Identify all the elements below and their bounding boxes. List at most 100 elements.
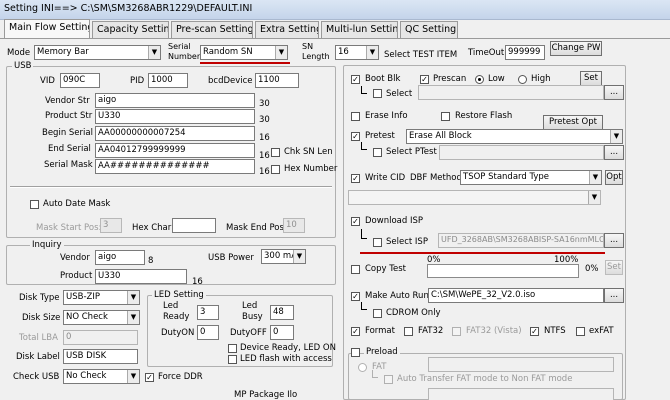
tab-qc-setting[interactable]: QC Setting [400,21,458,38]
isp-path-input[interactable]: UFD_3268AB\SM3268ABISP-SA16nmMLC.BIN [438,233,604,248]
pretest-checkbox[interactable]: ✓ [351,132,360,141]
tab-multilun-setting[interactable]: Multi-lun Setting [321,21,398,38]
dbf-method-select[interactable]: TSOP Standard Type ▼ [460,170,602,185]
usb-power-select[interactable]: 300 mA ▼ [261,249,306,264]
change-pw-button[interactable]: Change PW [550,41,602,56]
format-checkbox[interactable]: ✓ [351,327,360,336]
led-flash-label: LED flash with access [240,354,332,364]
copy-test-set-button[interactable]: Set [605,260,623,275]
exfat-checkbox[interactable] [576,327,585,336]
cdrom-only-label: CDROM Only [386,308,441,318]
select-ptest-checkbox[interactable] [373,148,382,157]
high-radio[interactable] [518,75,527,84]
timeout-input[interactable]: 999999 [505,45,545,60]
fat32-vista-checkbox[interactable] [452,327,461,336]
inquiry-vendor-input[interactable]: aigo [95,250,145,265]
sn-length-select[interactable]: 16 ▼ [335,45,379,60]
copy-test-label: Copy Test [365,264,407,274]
disk-label-input[interactable]: USB DISK [63,349,138,364]
prescan-checkbox[interactable]: ✓ [420,75,429,84]
pretest-select[interactable]: Erase All Block ▼ [406,129,623,144]
tab-capacity-setting[interactable]: Capacity Setting [92,21,169,38]
boot-select-label: Select [386,89,413,99]
auto-date-mask-checkbox[interactable] [30,200,39,209]
tree-connector [361,142,367,150]
timeout-label: TimeOut [468,48,505,58]
cid-secondary-select[interactable]: ▼ [348,190,601,205]
mode-select[interactable]: Memory Bar ▼ [34,45,161,60]
make-auto-run-checkbox[interactable]: ✓ [351,292,360,301]
pid-input[interactable]: 1000 [148,73,188,88]
ptest-browse-button[interactable]: ... [604,145,624,160]
tree-connector [372,370,378,378]
restore-flash-checkbox[interactable] [441,112,450,121]
end-serial-input[interactable]: AA04012799999999 [95,143,255,158]
hex-char-input[interactable] [172,218,216,233]
hex-number-checkbox[interactable] [271,165,280,174]
boot-blk-checkbox[interactable]: ✓ [351,75,360,84]
boot-select-checkbox[interactable] [373,89,382,98]
usb-separator [10,186,332,188]
download-isp-checkbox[interactable]: ✓ [351,217,360,226]
dutyoff-input[interactable]: 0 [270,325,294,340]
dbf-opt-button[interactable]: Opt [605,170,623,185]
select-ptest-path-input[interactable] [439,145,604,160]
begin-serial-input[interactable]: AA00000000007254 [95,126,255,141]
tab-extra-setting[interactable]: Extra Setting [255,21,319,38]
tab-main-flow-setting[interactable]: Main Flow Setting [4,19,90,39]
write-cid-checkbox[interactable]: ✓ [351,174,360,183]
mask-start-input[interactable]: 3 [100,218,122,233]
copy-test-checkbox[interactable] [351,265,360,274]
led-ready-input[interactable]: 3 [197,305,219,320]
red-annotation-line [360,252,605,254]
auto-run-browse-button[interactable]: ... [604,288,624,303]
inquiry-product-input[interactable]: U330 [95,269,187,284]
chevron-down-icon: ▼ [293,250,305,263]
check-usb-value: No Check [66,371,107,381]
erase-info-checkbox[interactable] [351,112,360,121]
restore-flash-label: Restore Flash [455,111,513,121]
led-flash-checkbox[interactable] [228,355,237,364]
dutyon-input[interactable]: 0 [197,325,219,340]
low-radio[interactable] [475,75,484,84]
serial-mask-input[interactable]: AA############## [95,159,255,174]
check-usb-select[interactable]: No Check ▼ [63,369,140,384]
serial-mask-label: Serial Mask [44,160,93,170]
product-str-input[interactable]: U330 [95,109,255,124]
fat32-checkbox[interactable] [404,327,413,336]
product-str-length: 30 [259,115,270,125]
mode-label: Mode [7,48,31,58]
ntfs-checkbox[interactable]: ✓ [530,327,539,336]
chevron-down-icon: ▼ [366,46,378,59]
chk-sn-len-checkbox[interactable] [271,148,280,157]
mask-end-input[interactable]: 10 [283,218,305,233]
serial-number-select[interactable]: Random SN ▼ [200,45,288,60]
vendor-str-input[interactable]: aigo [95,93,255,108]
preload-checkbox[interactable] [351,348,360,357]
disk-type-select[interactable]: USB-ZIP ▼ [63,290,140,305]
pretest-opt-button[interactable]: Pretest Opt [543,115,603,130]
preload-secondary-input[interactable] [428,388,614,400]
boot-select-path-input[interactable] [418,85,604,100]
force-ddr-checkbox[interactable]: ✓ [145,373,154,382]
disk-label-label: Disk Label [16,352,60,362]
cdrom-only-checkbox[interactable] [373,309,382,318]
boot-set-button[interactable]: Set [580,71,602,86]
select-isp-checkbox[interactable] [373,238,382,247]
isp-browse-button[interactable]: ... [604,233,624,248]
auto-run-path-input[interactable]: C:\SM\WePE_32_V2.0.iso [428,288,604,303]
total-lba-input[interactable]: 0 [63,330,138,345]
bcd-device-input[interactable]: 1100 [255,73,299,88]
fat-radio[interactable] [358,363,367,372]
vid-input[interactable]: 090C [60,73,100,88]
pretest-value: Erase All Block [409,131,472,141]
device-ready-checkbox[interactable] [228,344,237,353]
preload-path-input[interactable] [428,357,614,372]
mp-package-label: MP Package Ilo [234,390,298,400]
auto-transfer-checkbox[interactable] [384,375,393,384]
boot-browse-button[interactable]: ... [604,85,624,100]
disk-size-select[interactable]: NO Check ▼ [63,310,140,325]
tab-prescan-setting[interactable]: Pre-scan Setting [171,21,253,38]
led-busy-input[interactable]: 48 [270,305,294,320]
chk-sn-len-label: Chk SN Len [284,147,333,157]
